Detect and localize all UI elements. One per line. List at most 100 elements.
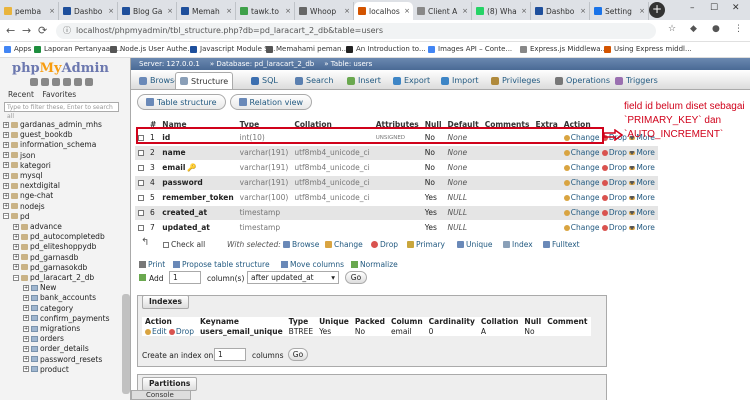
change-button[interactable]: Change <box>563 208 599 217</box>
tab-search[interactable]: Search <box>291 72 337 89</box>
more-button[interactable]: More <box>629 178 655 187</box>
breadcrumb-database[interactable]: Database: pd_laracart_2_db <box>216 60 314 68</box>
row-checkbox[interactable] <box>138 150 144 156</box>
settings-icon[interactable] <box>74 78 82 86</box>
expand-icon[interactable]: + <box>3 131 9 138</box>
bookmark-item[interactable]: Using Express middl... <box>604 45 692 53</box>
sidebar-db-item[interactable]: + pd_autocompletedb <box>13 232 105 241</box>
close-tab-icon[interactable]: × <box>462 7 468 15</box>
row-checkbox[interactable] <box>138 195 144 201</box>
partitions-legend[interactable]: Partitions <box>142 377 198 391</box>
browser-tab[interactable]: Memah × <box>177 2 236 20</box>
close-tab-icon[interactable]: × <box>521 7 527 15</box>
field-name[interactable]: name <box>162 148 185 157</box>
breadcrumb-server[interactable]: Server: 127.0.0.1 <box>139 60 200 68</box>
minimize-icon[interactable]: – <box>690 3 695 13</box>
expand-icon[interactable]: + <box>3 192 9 199</box>
move-columns-link[interactable]: Move columns <box>290 260 344 269</box>
home-icon[interactable] <box>30 78 38 86</box>
expand-icon[interactable]: + <box>23 284 29 291</box>
column-count-input[interactable]: 1 <box>169 271 201 284</box>
index-drop-button[interactable]: Drop <box>176 327 194 336</box>
row-checkbox[interactable] <box>138 225 144 232</box>
expand-icon[interactable]: + <box>13 223 19 230</box>
sidebar-db-item[interactable]: + nodejs <box>3 202 45 211</box>
close-tab-icon[interactable]: × <box>108 7 114 15</box>
expand-icon[interactable]: + <box>3 141 9 148</box>
collapse-icon[interactable]: − <box>13 274 19 281</box>
bookmark-item[interactable]: Express.js Middlewa... <box>520 45 607 53</box>
sidebar-db-item[interactable]: − pd_laracart_2_db <box>13 273 94 282</box>
bulk-primary-button[interactable]: Primary <box>416 240 445 249</box>
sidebar-db-item[interactable]: + gardanas_admin_mhs <box>3 120 102 129</box>
expand-icon[interactable]: + <box>23 294 29 301</box>
browser-tab[interactable]: Dashbo × <box>531 2 590 20</box>
sidebar-db-item[interactable]: + kategori <box>3 161 51 170</box>
browser-tab[interactable]: Setting × <box>590 2 649 20</box>
drop-button[interactable]: Drop <box>601 148 627 157</box>
tab-operations[interactable]: Operations <box>551 72 614 89</box>
browser-tab[interactable]: tawk.to × <box>236 2 295 20</box>
expand-icon[interactable]: + <box>23 345 29 352</box>
field-name[interactable]: created_at <box>162 208 207 217</box>
sidebar-db-item[interactable]: − pd <box>3 212 30 221</box>
change-button[interactable]: Change <box>563 163 599 172</box>
print-link[interactable]: Print <box>148 260 165 269</box>
tab-export[interactable]: Export <box>389 72 434 89</box>
reload-icon[interactable]: ⟳ <box>38 24 47 37</box>
browser-tab[interactable]: localhos × <box>354 2 413 20</box>
sidebar-db-item[interactable]: + information_schema <box>3 140 96 149</box>
sidebar-table-item[interactable]: + migrations <box>23 324 80 333</box>
index-edit-button[interactable]: Edit <box>152 327 167 336</box>
browser-tab[interactable]: Whoop × <box>295 2 354 20</box>
url-field[interactable]: ⓘ localhost/phpmyadmin/tbl_structure.php… <box>56 23 656 39</box>
drop-button[interactable]: Drop <box>601 208 627 217</box>
row-checkbox[interactable] <box>138 210 144 216</box>
expand-icon[interactable]: + <box>23 305 29 312</box>
sidebar-db-item[interactable]: + mysql <box>3 171 43 180</box>
sidebar-scrollbar[interactable] <box>122 294 130 394</box>
change-button[interactable]: Change <box>563 223 599 232</box>
close-tab-icon[interactable]: × <box>580 7 586 15</box>
query-icon[interactable] <box>52 78 60 86</box>
sidebar-table-item[interactable]: + orders <box>23 334 64 343</box>
docs-icon[interactable] <box>63 78 71 86</box>
bookmark-item[interactable]: Images API – Conte... <box>428 45 512 53</box>
close-tab-icon[interactable]: × <box>285 7 291 15</box>
field-name[interactable]: remember_token <box>162 193 233 202</box>
expand-icon[interactable]: + <box>13 264 19 271</box>
tab-privileges[interactable]: Privileges <box>487 72 544 89</box>
more-button[interactable]: More <box>629 148 655 157</box>
bulk-fulltext-button[interactable]: Fulltext <box>552 240 580 249</box>
bookmark-item[interactable]: Apps <box>4 45 31 53</box>
close-tab-icon[interactable]: × <box>167 7 173 15</box>
row-checkbox[interactable] <box>138 165 144 171</box>
browser-tab[interactable]: pemba × <box>0 2 59 20</box>
change-button[interactable]: Change <box>563 178 599 187</box>
expand-icon[interactable]: + <box>13 233 19 240</box>
field-name[interactable]: password <box>162 178 203 187</box>
normalize-link[interactable]: Normalize <box>360 260 398 269</box>
bookmark-item[interactable]: An Introduction to... <box>346 45 426 53</box>
drop-button[interactable]: Drop <box>601 223 627 232</box>
forward-icon[interactable]: → <box>22 24 31 37</box>
tab-table-structure[interactable]: Table structure <box>137 94 226 110</box>
more-button[interactable]: More <box>629 163 655 172</box>
maximize-icon[interactable]: ☐ <box>710 3 718 13</box>
expand-icon[interactable]: + <box>23 325 29 332</box>
expand-icon[interactable]: + <box>23 335 29 342</box>
profile-icon[interactable]: ● <box>712 24 720 34</box>
star-icon[interactable]: ☆ <box>668 24 676 34</box>
bookmark-item[interactable]: Javascript Module S... <box>190 45 275 53</box>
bookmark-item[interactable]: Laporan Pertanyaan... <box>34 45 121 53</box>
sidebar-table-item[interactable]: + product <box>23 365 69 374</box>
browser-tab[interactable]: Blog Ga × <box>118 2 177 20</box>
bookmark-item[interactable]: Node.js User Authe... <box>110 45 194 53</box>
expand-icon[interactable]: + <box>3 203 9 210</box>
row-checkbox[interactable] <box>138 180 144 186</box>
sidebar-db-item[interactable]: + pd_garnasdb <box>13 253 78 262</box>
drop-button[interactable]: Drop <box>601 178 627 187</box>
browser-tab[interactable]: Dashbo × <box>59 2 118 20</box>
close-tab-icon[interactable]: × <box>344 7 350 15</box>
check-all-checkbox[interactable] <box>163 241 169 248</box>
